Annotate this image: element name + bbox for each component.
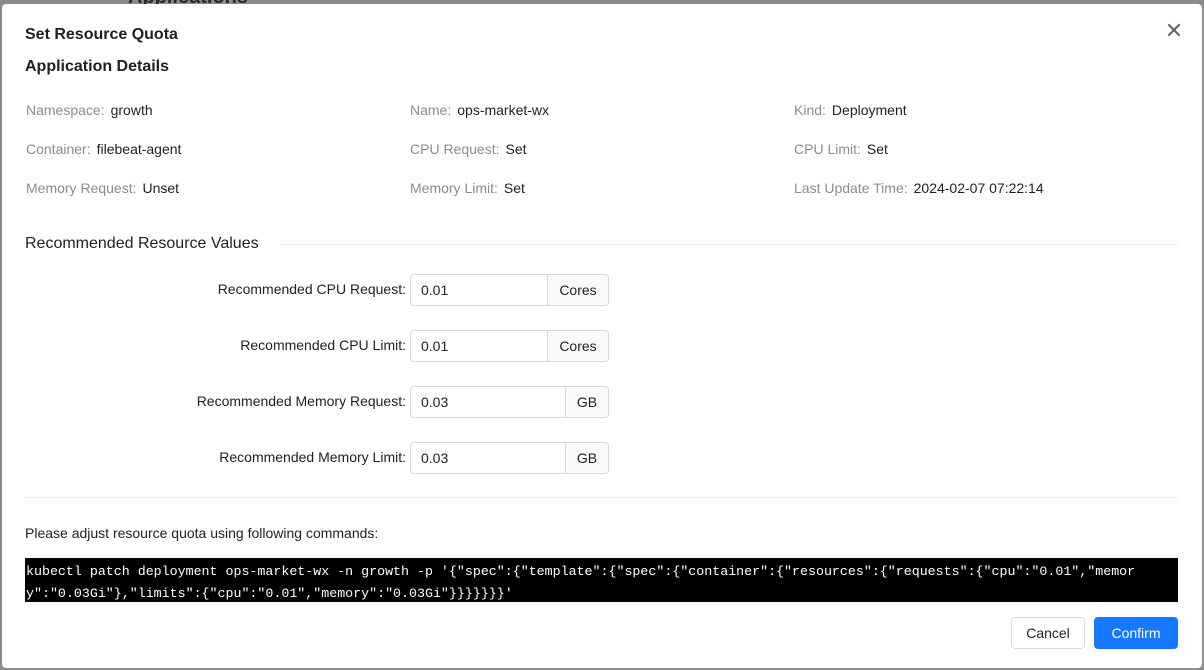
detail-value: Set: [866, 141, 888, 157]
command-instructions: Please adjust resource quota using follo…: [25, 525, 379, 541]
form-label: Recommended CPU Request:: [217, 281, 406, 297]
unit-addon: Cores: [548, 274, 609, 306]
form-label: Recommended Memory Request:: [196, 393, 406, 409]
confirm-button[interactable]: Confirm: [1094, 617, 1178, 649]
cpu-limit-input-group: Cores: [410, 330, 609, 362]
memory-limit-input-group: GB: [410, 442, 609, 474]
detail-memory-limit: Memory Limit: Set: [410, 180, 525, 196]
memory-request-input-group: GB: [410, 386, 609, 418]
detail-label: CPU Request: [410, 141, 496, 157]
detail-value: Deployment: [831, 102, 907, 118]
detail-memory-request: Memory Request: Unset: [26, 180, 180, 196]
form-divider: [25, 497, 1178, 498]
detail-value: 2024-02-07 07:22:14: [913, 180, 1044, 196]
application-details-title: Application Details: [25, 58, 170, 75]
detail-label: Name: [410, 102, 448, 118]
detail-container: Container: filebeat-agent: [26, 141, 182, 157]
form-row-cpu-request: Recommended CPU Request: Cores: [2, 274, 1202, 306]
detail-label: Namespace: [26, 102, 101, 118]
detail-label: Memory Request: [26, 180, 133, 196]
form-label: Recommended CPU Limit:: [240, 337, 406, 353]
memory-limit-input[interactable]: [410, 442, 566, 474]
cpu-request-input[interactable]: [410, 274, 548, 306]
detail-kind: Kind: Deployment: [794, 102, 907, 118]
form-row-memory-request: Recommended Memory Request: GB: [2, 386, 1202, 418]
kubectl-command-block[interactable]: kubectl patch deployment ops-market-wx -…: [25, 558, 1178, 602]
cpu-limit-input[interactable]: [410, 330, 548, 362]
detail-label: CPU Limit: [794, 141, 858, 157]
detail-value: Set: [505, 141, 527, 157]
detail-label: Container: [26, 141, 87, 157]
cancel-button[interactable]: Cancel: [1011, 617, 1085, 649]
detail-last-update-time: Last Update Time: 2024-02-07 07:22:14: [794, 180, 1044, 196]
section-divider: [280, 244, 1178, 245]
detail-label: Memory Limit: [410, 180, 495, 196]
memory-request-input[interactable]: [410, 386, 566, 418]
detail-cpu-request: CPU Request: Set: [410, 141, 527, 157]
dialog-title: Set Resource Quota: [25, 26, 178, 43]
close-icon[interactable]: ✕: [1164, 20, 1184, 42]
detail-name: Name: ops-market-wx: [410, 102, 550, 118]
detail-cpu-limit: CPU Limit: Set: [794, 141, 888, 157]
detail-value: Set: [503, 180, 525, 196]
detail-namespace: Namespace: growth: [26, 102, 153, 118]
form-label: Recommended Memory Limit:: [219, 449, 406, 465]
form-row-memory-limit: Recommended Memory Limit: GB: [2, 442, 1202, 474]
detail-value: ops-market-wx: [457, 102, 550, 118]
detail-label: Last Update Time: [794, 180, 904, 196]
unit-addon: Cores: [548, 330, 609, 362]
recommended-values-title: Recommended Resource Values: [25, 235, 259, 252]
detail-value: growth: [110, 102, 153, 118]
detail-value: filebeat-agent: [96, 141, 182, 157]
unit-addon: GB: [566, 386, 609, 418]
cpu-request-input-group: Cores: [410, 274, 609, 306]
detail-label: Kind: [794, 102, 823, 118]
set-resource-quota-dialog: ✕ Set Resource Quota Application Details…: [2, 4, 1202, 668]
form-row-cpu-limit: Recommended CPU Limit: Cores: [2, 330, 1202, 362]
unit-addon: GB: [566, 442, 609, 474]
detail-value: Unset: [142, 180, 180, 196]
